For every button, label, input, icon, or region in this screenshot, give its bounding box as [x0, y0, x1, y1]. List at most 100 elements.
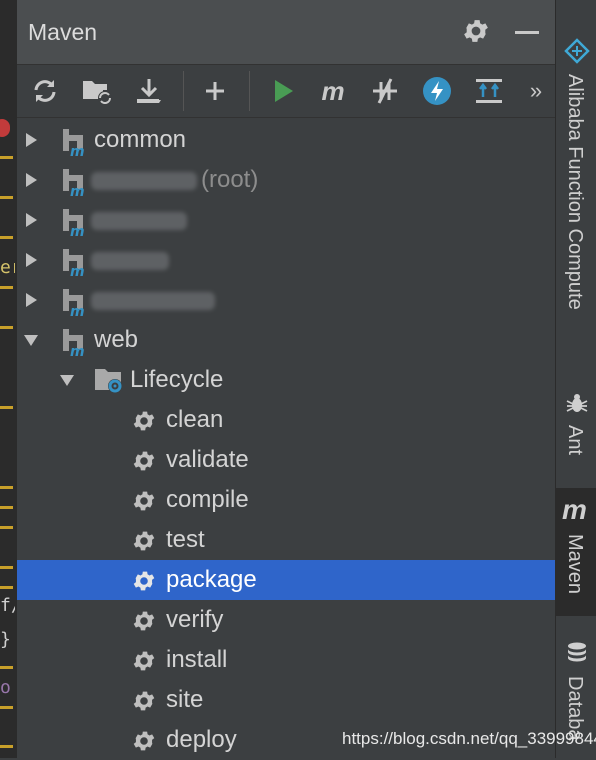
svg-text:m: m — [70, 304, 85, 317]
svg-text:m: m — [70, 144, 85, 157]
download-icon — [137, 79, 161, 103]
tab-label: Maven — [564, 534, 586, 595]
lifecycle-folder-icon — [95, 369, 122, 393]
maven-module-icon: m — [63, 329, 85, 357]
tree-row-module-root[interactable]: m (root) — [17, 160, 555, 200]
goal-label: verify — [166, 606, 224, 633]
module-label: common — [94, 126, 187, 153]
toggle-offline-button[interactable] — [367, 73, 403, 109]
gear-icon — [133, 411, 155, 431]
tree-row-module[interactable]: m — [17, 280, 555, 320]
gutter-marker — [0, 326, 13, 329]
tab-maven[interactable]: m Maven — [556, 488, 596, 616]
goal-label: package — [166, 566, 257, 593]
code-fragment: o — [0, 677, 11, 698]
expand-arrow-icon[interactable] — [23, 252, 39, 268]
expand-arrow-icon[interactable] — [23, 132, 39, 148]
tree-row-goal-clean[interactable]: clean — [17, 400, 555, 440]
show-dependencies-button[interactable] — [471, 73, 507, 109]
tree-row-module[interactable]: m — [17, 240, 555, 280]
goal-label: test — [166, 526, 205, 553]
ant-icon — [566, 394, 588, 412]
maven-tool-window: Maven m » m common m (root) m m m m web … — [17, 0, 555, 758]
goal-label: clean — [166, 406, 224, 433]
lightning-icon — [423, 77, 451, 105]
editor-gutter: er f/ } o — [0, 0, 22, 758]
run-maven-build-button[interactable] — [265, 73, 301, 109]
offline-icon — [373, 78, 397, 104]
tree-row-module[interactable]: m — [17, 200, 555, 240]
svg-text:m: m — [70, 224, 85, 237]
gear-icon — [133, 531, 155, 551]
svg-text:m: m — [70, 184, 85, 197]
tree-row-lifecycle[interactable]: Lifecycle — [17, 360, 555, 400]
gear-icon — [133, 571, 155, 591]
skip-tests-button[interactable] — [419, 73, 455, 109]
settings-gear-icon[interactable] — [461, 16, 491, 46]
redacted-text — [91, 292, 215, 310]
gutter-marker — [0, 506, 13, 509]
panel-header: Maven — [17, 0, 555, 65]
maven-module-icon: m — [63, 289, 85, 317]
gutter-marker — [0, 156, 13, 159]
refresh-icon — [34, 80, 56, 102]
gutter-marker — [0, 706, 13, 709]
module-label: (root) — [201, 166, 259, 193]
gear-icon — [133, 611, 155, 631]
redacted-text — [91, 252, 169, 270]
watermark-text: https://blog.csdn.net/qq_33999844 — [342, 729, 596, 748]
gutter-marker — [0, 586, 13, 589]
expand-arrow-icon[interactable] — [23, 292, 39, 308]
tree-row-module-common[interactable]: m common — [17, 120, 555, 160]
toolbar-separator — [249, 71, 250, 111]
tree-row-goal-package[interactable]: package — [17, 560, 555, 600]
tree-row-goal-validate[interactable]: validate — [17, 440, 555, 480]
add-maven-project-button[interactable] — [197, 73, 233, 109]
dependencies-icon — [476, 79, 502, 103]
tree-row-module-web[interactable]: m web — [17, 320, 555, 360]
toolbar-separator — [183, 71, 184, 111]
tree-row-goal-site[interactable]: site — [17, 680, 555, 720]
alibaba-cloud-icon — [564, 38, 590, 64]
goal-label: deploy — [166, 726, 237, 753]
expand-arrow-icon[interactable] — [23, 172, 39, 188]
lifecycle-label: Lifecycle — [130, 366, 224, 393]
gutter-marker — [0, 286, 13, 289]
gutter-marker — [0, 196, 13, 199]
maven-module-icon: m — [63, 129, 85, 157]
collapse-arrow-icon[interactable] — [23, 332, 39, 348]
gear-icon — [133, 651, 155, 671]
goal-label: site — [166, 686, 204, 713]
tree-row-goal-verify[interactable]: verify — [17, 600, 555, 640]
tab-alibaba-function-compute[interactable]: Alibaba Function Compute — [556, 30, 596, 360]
collapse-arrow-icon[interactable] — [59, 372, 75, 388]
tab-label: Alibaba Function Compute — [564, 74, 586, 310]
gutter-marker — [0, 666, 13, 669]
download-sources-button[interactable] — [131, 73, 167, 109]
redacted-text — [91, 212, 187, 230]
right-tool-stripe: Alibaba Function Compute Ant m Maven Dat… — [555, 0, 596, 758]
more-actions-button[interactable]: » — [521, 73, 551, 109]
expand-arrow-icon[interactable] — [23, 212, 39, 228]
goal-label: compile — [166, 486, 249, 513]
maven-module-icon: m — [63, 249, 85, 277]
reimport-folder-button[interactable] — [79, 73, 115, 109]
tree-row-goal-install[interactable]: install — [17, 640, 555, 680]
tree-row-goal-test[interactable]: test — [17, 520, 555, 560]
redacted-text — [91, 172, 197, 190]
tree-row-goal-compile[interactable]: compile — [17, 480, 555, 520]
reload-all-button[interactable] — [27, 73, 63, 109]
tab-ant[interactable]: Ant — [556, 385, 596, 475]
module-label: web — [94, 326, 139, 353]
maven-toolbar: m » — [17, 65, 555, 118]
gutter-marker — [0, 486, 13, 489]
database-icon — [568, 642, 586, 662]
gutter-marker — [0, 406, 13, 409]
execute-maven-goal-button[interactable]: m — [315, 73, 351, 109]
maven-module-icon: m — [63, 209, 85, 237]
hide-panel-button[interactable] — [515, 31, 539, 34]
svg-text:m: m — [70, 344, 85, 357]
maven-projects-tree: m common m (root) m m m m web Lifecycle … — [17, 120, 555, 758]
play-icon — [275, 80, 293, 102]
maven-m-icon: m — [562, 494, 587, 525]
